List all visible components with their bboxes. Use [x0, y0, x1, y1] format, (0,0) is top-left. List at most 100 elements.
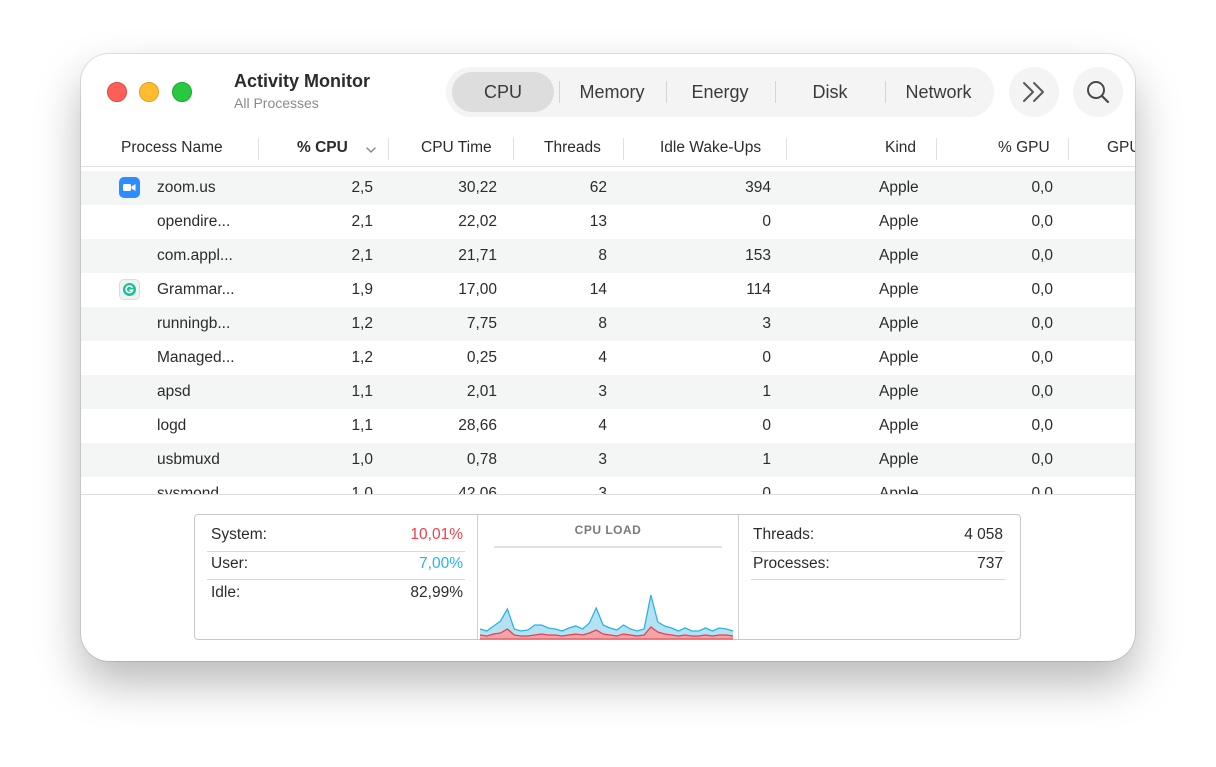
table-row[interactable]: Managed... 1,2 0,25 4 0 Apple 0,0 — [81, 341, 1135, 375]
process-name: Grammar... — [157, 281, 235, 298]
table-row[interactable]: usbmuxd 1,0 0,78 3 1 Apple 0,0 — [81, 443, 1135, 477]
user-label: User: — [211, 555, 249, 572]
table-row[interactable]: opendire... 2,1 22,02 13 0 Apple 0,0 — [81, 205, 1135, 239]
tab-network[interactable]: Network — [885, 72, 992, 112]
tab-cpu[interactable]: CPU — [452, 72, 554, 112]
kind: Apple — [879, 213, 919, 230]
gpu-percent: 0,0 — [1031, 247, 1053, 264]
cpu-percent: 2,1 — [351, 247, 373, 264]
column-header-cpu[interactable]: % CPU — [297, 139, 348, 157]
cpu-percent: 1,2 — [351, 349, 373, 366]
table-row[interactable]: logd 1,1 28,66 4 0 Apple 0,0 — [81, 409, 1135, 443]
threads: 4 — [598, 417, 607, 434]
process-name: sysmond — [157, 485, 220, 494]
tab-energy[interactable]: Energy — [666, 72, 774, 112]
column-header-threads[interactable]: Threads — [544, 139, 601, 157]
process-name: apsd — [157, 383, 191, 400]
idle-wake-ups: 0 — [762, 417, 771, 434]
cpu-time: 2,01 — [466, 383, 497, 400]
column-header-process-name[interactable]: Process Name — [121, 139, 223, 157]
column-header-cpu-time[interactable]: CPU Time — [421, 139, 492, 157]
column-header-gpu-time[interactable]: GPU — [1107, 139, 1135, 157]
system-label: System: — [211, 526, 267, 543]
tab-memory[interactable]: Memory — [559, 72, 665, 112]
cpu-summary-panel: System: 10,01% User: 7,00% Idle: 82,99% … — [194, 514, 1021, 640]
threads-label: Threads: — [753, 526, 815, 543]
cpu-time: 7,75 — [466, 315, 497, 332]
column-divider — [786, 138, 787, 160]
threads: 3 — [598, 485, 607, 494]
gpu-percent: 0,0 — [1031, 485, 1053, 494]
stat-divider — [207, 551, 465, 552]
tab-bar: CPU Memory Energy Disk Network — [446, 67, 994, 117]
gpu-percent: 0,0 — [1031, 213, 1053, 230]
zoom-window-button[interactable] — [172, 82, 192, 102]
kind: Apple — [879, 247, 919, 264]
table-row[interactable]: apsd 1,1 2,01 3 1 Apple 0,0 — [81, 375, 1135, 409]
processes-label: Processes: — [753, 555, 830, 572]
gpu-percent: 0,0 — [1031, 281, 1053, 298]
process-table: zoom.us 2,5 30,22 62 394 Apple 0,0 opend… — [81, 171, 1135, 494]
cpu-percent: 1,0 — [351, 485, 373, 494]
cpu-time: 22,02 — [458, 213, 497, 230]
table-row[interactable]: sysmond 1,0 42,06 3 0 Apple 0,0 — [81, 477, 1135, 494]
user-load-line — [479, 594, 734, 632]
kind: Apple — [879, 315, 919, 332]
cpu-time: 28,66 — [458, 417, 497, 434]
tab-disk[interactable]: Disk — [775, 72, 885, 112]
column-header-gpu[interactable]: % GPU — [998, 139, 1050, 157]
table-row[interactable]: runningb... 1,2 7,75 8 3 Apple 0,0 — [81, 307, 1135, 341]
panel-divider — [738, 515, 739, 639]
threads: 14 — [589, 281, 607, 298]
cpu-load-graph — [479, 546, 734, 640]
threads: 62 — [589, 179, 607, 196]
cpu-time: 30,22 — [458, 179, 497, 196]
table-row[interactable]: zoom.us 2,5 30,22 62 394 Apple 0,0 — [81, 171, 1135, 205]
kind: Apple — [879, 349, 919, 366]
table-row[interactable]: com.appl... 2,1 21,71 8 153 Apple 0,0 — [81, 239, 1135, 273]
threads: 13 — [589, 213, 607, 230]
cpu-percent: 1,0 — [351, 451, 373, 468]
column-divider — [258, 138, 259, 160]
kind: Apple — [879, 281, 919, 298]
threads: 3 — [598, 383, 607, 400]
close-window-button[interactable] — [107, 82, 127, 102]
gpu-percent: 0,0 — [1031, 315, 1053, 332]
idle-wake-ups: 0 — [762, 213, 771, 230]
column-divider — [1068, 138, 1069, 160]
column-divider — [513, 138, 514, 160]
threads: 3 — [598, 451, 607, 468]
process-name: logd — [157, 417, 187, 434]
gpu-percent: 0,0 — [1031, 383, 1053, 400]
process-name: runningb... — [157, 315, 231, 332]
threads: 8 — [598, 247, 607, 264]
activity-monitor-window: Activity Monitor All Processes CPU Memor… — [81, 54, 1135, 661]
kind: Apple — [879, 383, 919, 400]
cpu-time: 0,78 — [466, 451, 497, 468]
search-button[interactable] — [1073, 67, 1123, 117]
view-filter-label[interactable]: All Processes — [234, 95, 319, 111]
cpu-percent: 1,2 — [351, 315, 373, 332]
idle-wake-ups: 3 — [762, 315, 771, 332]
search-icon — [1087, 81, 1110, 104]
app-title: Activity Monitor — [234, 71, 371, 91]
idle-wake-ups: 394 — [745, 179, 771, 196]
more-tabs-button[interactable] — [1009, 67, 1059, 117]
table-header: Process Name % CPU CPU Time Threads Idle… — [81, 131, 1135, 167]
grammarly-app-icon — [119, 279, 140, 300]
gpu-percent: 0,0 — [1031, 417, 1053, 434]
idle-wake-ups: 1 — [762, 451, 771, 468]
minimize-window-button[interactable] — [139, 82, 159, 102]
table-row[interactable]: Grammar... 1,9 17,00 14 114 Apple 0,0 — [81, 273, 1135, 307]
threads-value: 4 058 — [964, 526, 1003, 543]
system-value: 10,01% — [410, 526, 463, 543]
cpu-percent: 1,9 — [351, 281, 373, 298]
cpu-percent: 1,1 — [351, 383, 373, 400]
process-name: opendire... — [157, 213, 231, 230]
process-name: com.appl... — [157, 247, 233, 264]
column-header-kind[interactable]: Kind — [885, 139, 916, 157]
stat-divider — [751, 579, 1005, 580]
column-header-idle-wake-ups[interactable]: Idle Wake-Ups — [660, 139, 761, 157]
cpu-time: 42,06 — [458, 485, 497, 494]
gpu-percent: 0,0 — [1031, 451, 1053, 468]
